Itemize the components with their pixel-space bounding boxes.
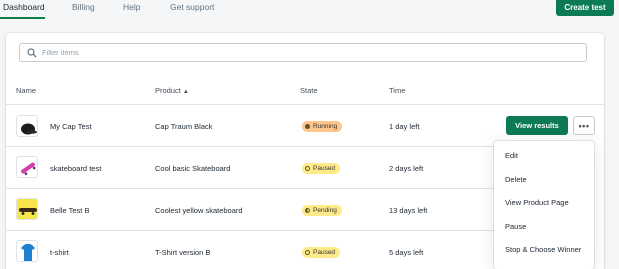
test-name[interactable]: skateboard test: [50, 164, 101, 173]
menu-item-delete[interactable]: Delete: [505, 175, 527, 184]
menu-item-view-product-page[interactable]: View Product Page: [505, 198, 569, 207]
tab-get-support[interactable]: Get support: [170, 2, 214, 12]
menu-item-stop-choose-winner[interactable]: Stop & Choose Winner: [505, 245, 581, 254]
time-left: 2 days left: [389, 164, 424, 173]
search-placeholder: Filter items: [42, 48, 79, 57]
status-pending-icon: [305, 208, 310, 213]
status-badge-label: Paused: [313, 249, 336, 256]
test-name[interactable]: t-shirt: [50, 248, 69, 257]
header-divider: [6, 104, 604, 105]
product-thumbnail-skateboard-yellow: [16, 198, 38, 220]
menu-item-edit[interactable]: Edit: [505, 151, 518, 160]
status-paused-icon: [305, 166, 310, 171]
product-thumbnail-skateboard-pink: [16, 156, 38, 178]
row-divider: [6, 188, 494, 189]
status-badge: Paused: [302, 247, 341, 258]
time-left: 5 days left: [389, 248, 424, 257]
product-name: Cool basic Skateboard: [155, 164, 231, 173]
status-badge-label: Paused: [313, 165, 336, 172]
tab-billing[interactable]: Billing: [72, 2, 95, 12]
actions-dropdown-menu: Edit Delete View Product Page Pause Stop…: [494, 141, 594, 269]
row-divider: [6, 146, 494, 147]
status-badge: Running: [302, 121, 343, 132]
time-left: 13 days left: [389, 206, 428, 215]
product-thumbnail-tshirt: [16, 240, 38, 262]
view-results-button[interactable]: View results: [506, 116, 568, 135]
test-name[interactable]: Belle Test B: [50, 206, 89, 215]
search-icon: [27, 48, 37, 58]
status-running-icon: [305, 124, 310, 129]
tab-help[interactable]: Help: [123, 2, 140, 12]
row-divider: [6, 230, 494, 231]
column-header-product[interactable]: Product ▲: [155, 86, 189, 95]
column-header-name[interactable]: Name: [16, 86, 36, 95]
column-header-product-label: Product: [155, 86, 181, 95]
test-name[interactable]: My Cap Test: [50, 122, 92, 131]
more-actions-button[interactable]: •••: [573, 116, 595, 135]
product-name: Coolest yellow skateboard: [155, 206, 243, 215]
status-badge: Pending: [302, 205, 342, 216]
active-tab-indicator: [0, 17, 45, 19]
product-name: Cap Traum Black: [155, 122, 213, 131]
tab-dashboard[interactable]: Dashboard: [3, 2, 45, 12]
time-left: 1 day left: [389, 122, 420, 131]
create-test-button[interactable]: Create test: [556, 0, 614, 16]
sort-ascending-icon: ▲: [182, 89, 189, 95]
status-paused-icon: [305, 250, 310, 255]
status-badge: Paused: [302, 163, 341, 174]
status-badge-label: Pending: [313, 207, 337, 214]
status-badge-label: Running: [313, 123, 338, 130]
column-header-state[interactable]: State: [300, 86, 318, 95]
product-name: T-Shirt version B: [155, 248, 211, 257]
column-header-time[interactable]: Time: [389, 86, 405, 95]
product-thumbnail-cap: [16, 115, 38, 137]
search-input[interactable]: Filter items: [19, 43, 587, 62]
menu-item-pause[interactable]: Pause: [505, 222, 526, 231]
top-navigation: Dashboard Billing Help Get support Creat…: [0, 0, 619, 20]
